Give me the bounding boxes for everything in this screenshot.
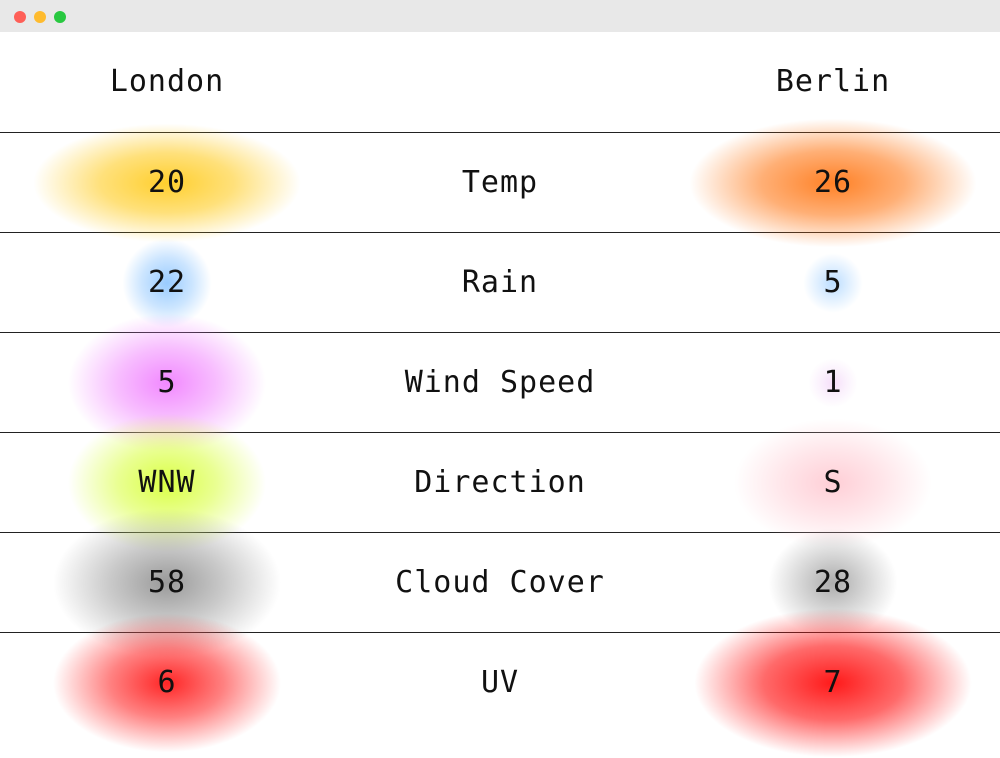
uv-label: UV [480,665,520,700]
temp-label: Temp [461,165,539,200]
london-direction-value: WNW [138,465,196,500]
app-window: London Berlin 20 Temp 26 22 Rain 5 5 Win… [0,0,1000,758]
london-column-header: London [109,64,225,99]
table-row-temp: 20 Temp 26 [0,118,1000,248]
berlin-wind-value: 1 [823,365,843,400]
london-uv-value: 6 [157,665,177,700]
berlin-cloud-value: 28 [813,565,853,600]
wind-speed-label: Wind Speed [404,365,596,400]
berlin-uv-value: 7 [823,665,843,700]
direction-label: Direction [414,465,586,500]
minimize-window-button[interactable] [34,11,46,23]
table-row-uv: 6 UV 7 [0,608,1000,758]
berlin-rain-value: 5 [823,265,843,300]
window-titlebar [0,0,1000,32]
cloud-cover-label: Cloud Cover [395,565,605,600]
berlin-direction-value: S [823,465,843,500]
table-header: London Berlin [0,32,1000,132]
london-wind-value: 5 [157,365,177,400]
london-rain-value: 22 [147,265,187,300]
zoom-window-button[interactable] [54,11,66,23]
london-cloud-value: 58 [147,565,187,600]
london-temp-value: 20 [147,165,187,200]
close-window-button[interactable] [14,11,26,23]
berlin-temp-value: 26 [813,165,853,200]
berlin-column-header: Berlin [775,64,891,99]
rain-label: Rain [461,265,539,300]
